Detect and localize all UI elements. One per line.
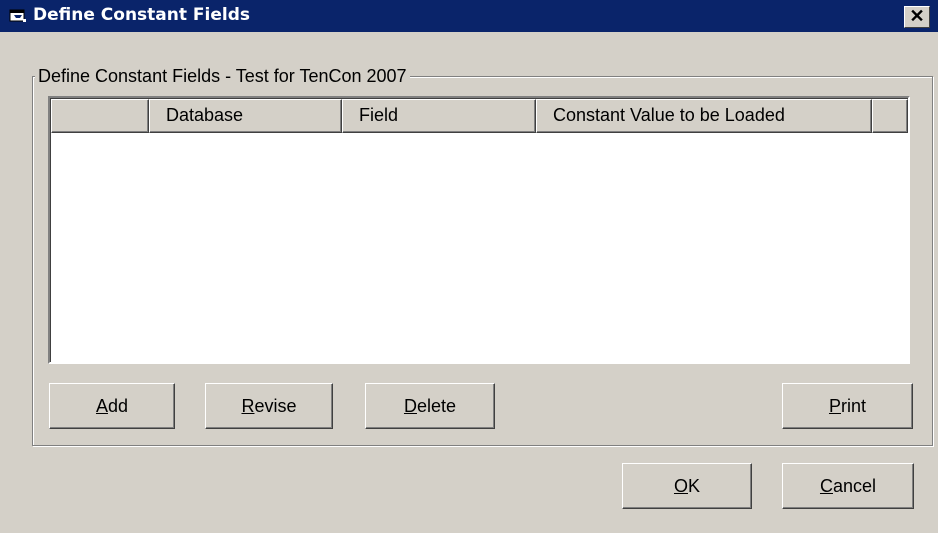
add-label: dd [107, 396, 129, 416]
column-header-field[interactable]: Field [342, 99, 536, 133]
column-header-database[interactable]: Database [149, 99, 342, 133]
revise-label: evise [254, 396, 297, 416]
print-button[interactable]: Print [782, 383, 913, 429]
group-box-legend: Define Constant Fields - Test for TenCon… [35, 65, 410, 87]
revise-button[interactable]: Revise [205, 383, 333, 429]
print-label: rint [841, 396, 867, 416]
delete-button[interactable]: Delete [365, 383, 495, 429]
window-app-icon [9, 8, 27, 24]
list-header: Database Field Constant Value to be Load… [51, 99, 908, 133]
ok-label: K [688, 476, 701, 496]
delete-label: elete [416, 396, 457, 416]
list-body[interactable] [51, 133, 908, 362]
revise-accel: R [241, 396, 255, 416]
window-title: Define Constant Fields [33, 5, 250, 25]
constant-fields-list[interactable]: Database Field Constant Value to be Load… [48, 96, 910, 364]
close-button[interactable]: ✕ [904, 6, 930, 28]
column-header-constant-value[interactable]: Constant Value to be Loaded [536, 99, 872, 133]
dialog-window: Define Constant Fields ✕ Define Constant… [0, 0, 938, 533]
ok-button[interactable]: OK [622, 463, 752, 509]
ok-accel: O [673, 476, 688, 496]
close-icon: ✕ [909, 6, 925, 26]
cancel-label: ancel [832, 476, 877, 496]
column-header-filler [872, 99, 908, 133]
column-header-select[interactable] [51, 99, 149, 133]
cancel-accel: C [819, 476, 833, 496]
delete-accel: D [403, 396, 417, 416]
title-bar[interactable]: Define Constant Fields ✕ [0, 0, 938, 32]
add-accel: A [95, 396, 108, 416]
add-button[interactable]: Add [49, 383, 175, 429]
print-accel: P [828, 396, 841, 416]
cancel-button[interactable]: Cancel [782, 463, 914, 509]
